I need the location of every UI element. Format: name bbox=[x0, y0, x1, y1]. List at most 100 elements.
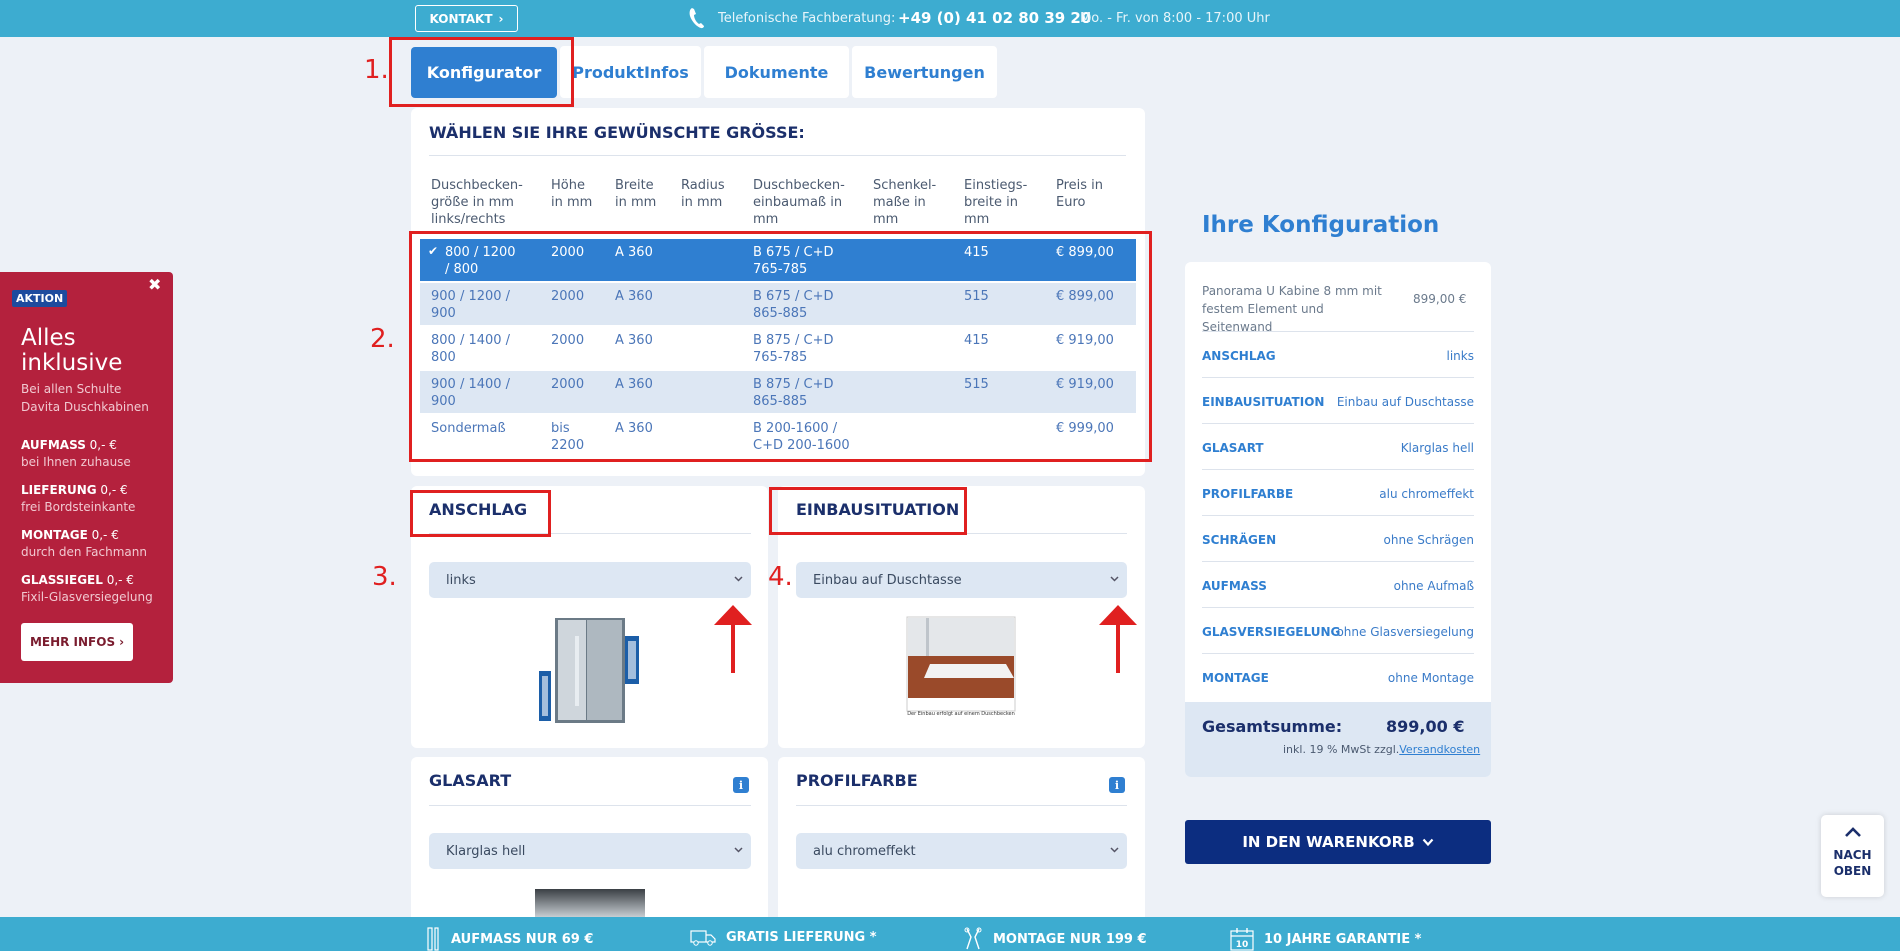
summary-row-value: Einbau auf Duschtasse bbox=[1336, 395, 1474, 409]
summary-row-label: AUFMASS bbox=[1202, 579, 1267, 593]
back-to-top-button[interactable]: NACH OBEN bbox=[1821, 815, 1884, 897]
bottom-bar-item[interactable]: 10 10 JAHRE GARANTIE * bbox=[1230, 927, 1421, 951]
chevron-right-icon: › bbox=[498, 11, 504, 26]
profilfarbe-title: PROFILFARBE bbox=[796, 771, 918, 790]
column-header-width: Breite in mm bbox=[615, 178, 657, 210]
anschlag-select[interactable]: links bbox=[429, 562, 751, 598]
annotation-box-tabs bbox=[389, 37, 574, 107]
einbausituation-image-caption: Der Einbau erfolgt auf einem Duschbecken bbox=[907, 711, 1015, 717]
phone-hours: Mo. - Fr. von 8:00 - 17:00 Uhr bbox=[1080, 11, 1270, 26]
column-header-einbau: Duschbecken- einbaumaß in mm bbox=[753, 178, 845, 227]
back-to-top-line: OBEN bbox=[1833, 864, 1872, 878]
aktion-headline: Alles inklusive bbox=[21, 326, 122, 376]
shipping-costs-link[interactable]: Versandkosten bbox=[1399, 743, 1480, 756]
column-header-size: Duschbecken- größe in mm links/rechts bbox=[431, 178, 523, 227]
summary-row-value: ohne Montage bbox=[1387, 671, 1474, 685]
aktion-item-label: MONTAGE bbox=[21, 528, 88, 542]
einbausituation-select-value: Einbau auf Duschtasse bbox=[813, 572, 962, 588]
summary-total-box bbox=[1185, 702, 1491, 777]
column-header-height: Höhe in mm bbox=[551, 178, 593, 210]
annotation-box-table bbox=[409, 231, 1152, 462]
phone-number[interactable]: +49 (0) 41 02 80 39 20 bbox=[898, 9, 1091, 27]
summary-row-value: alu chromeffekt bbox=[1379, 487, 1474, 501]
truck-icon bbox=[690, 930, 716, 946]
summary-row: GLASART Klarglas hell bbox=[1202, 423, 1474, 469]
aktion-subtitle: Bei allen Schulte bbox=[21, 382, 122, 396]
summary-row-value: ohne Glasversiegelung bbox=[1336, 625, 1474, 639]
close-icon[interactable]: ✖ bbox=[148, 275, 161, 294]
tab-dokumente[interactable]: Dokumente bbox=[704, 46, 849, 98]
aktion-item-desc: Fixil-Glasversiegelung bbox=[21, 590, 153, 604]
glasart-select-value: Klarglas hell bbox=[446, 843, 526, 859]
chevron-right-icon: › bbox=[119, 635, 125, 649]
summary-product-name: Panorama U Kabine 8 mm mit festem Elemen… bbox=[1202, 284, 1382, 334]
back-to-top-label: NACH OBEN bbox=[1821, 847, 1884, 879]
column-header-price: Preis in Euro bbox=[1056, 178, 1104, 210]
size-selection-title: WÄHLEN SIE IHRE GEWÜNSCHTE GRÖSSE: bbox=[429, 123, 805, 142]
aktion-item: AUFMASS 0,- € bbox=[21, 438, 117, 453]
tax-note-text: inkl. 19 % MwSt zzgl. bbox=[1283, 743, 1400, 756]
mehr-infos-button[interactable]: MEHR INFOS › bbox=[21, 623, 133, 661]
summary-row-value: links bbox=[1446, 349, 1474, 363]
einbausituation-select[interactable]: Einbau auf Duschtasse bbox=[796, 562, 1127, 598]
kontakt-button[interactable]: KONTAKT › bbox=[415, 5, 518, 32]
info-icon[interactable]: i bbox=[1109, 777, 1125, 793]
aktion-item: LIEFERUNG 0,- € bbox=[21, 483, 128, 498]
annotation-box-einbau bbox=[769, 487, 967, 535]
chevron-down-icon bbox=[1110, 576, 1119, 582]
aktion-headline-line: Alles bbox=[21, 325, 76, 351]
profilfarbe-select[interactable]: alu chromeffekt bbox=[796, 833, 1127, 869]
bottom-bar bbox=[0, 917, 1900, 951]
tab-produktinfos[interactable]: ProduktInfos bbox=[560, 46, 701, 98]
svg-text:10: 10 bbox=[1236, 940, 1249, 950]
annotation-number: 1. bbox=[364, 55, 389, 85]
summary-title: Ihre Konfiguration bbox=[1202, 212, 1440, 238]
aktion-item-price: 0,- € bbox=[102, 573, 134, 587]
aktion-item-desc: durch den Fachmann bbox=[21, 545, 147, 559]
divider bbox=[429, 155, 1126, 156]
phone-icon bbox=[689, 8, 704, 29]
divider bbox=[796, 805, 1127, 806]
aktion-badge: AKTION bbox=[12, 290, 68, 307]
add-to-cart-button[interactable]: IN DEN WARENKORB bbox=[1185, 820, 1491, 864]
summary-row: MONTAGE ohne Montage bbox=[1202, 653, 1474, 699]
bottom-bar-item[interactable]: GRATIS LIEFERUNG * bbox=[690, 927, 877, 947]
info-icon[interactable]: i bbox=[733, 777, 749, 793]
summary-row-label: PROFILFARBE bbox=[1202, 487, 1294, 501]
summary-row: AUFMASS ohne Aufmaß bbox=[1202, 561, 1474, 607]
annotation-number: 3. bbox=[372, 562, 397, 592]
aktion-item-label: LIEFERUNG bbox=[21, 483, 97, 497]
summary-row: EINBAUSITUATION Einbau auf Duschtasse bbox=[1202, 377, 1474, 423]
bottom-bar-label: GRATIS LIEFERUNG * bbox=[726, 929, 877, 945]
chevron-up-icon bbox=[1844, 827, 1861, 837]
summary-row-label: GLASART bbox=[1202, 441, 1264, 455]
profilfarbe-select-value: alu chromeffekt bbox=[813, 843, 916, 859]
tab-bewertungen[interactable]: Bewertungen bbox=[852, 46, 997, 98]
aktion-item-price: 0,- € bbox=[85, 438, 117, 452]
summary-row-label: GLASVERSIEGELUNG bbox=[1202, 625, 1341, 639]
bottom-bar-label: MONTAGE NUR 199 € bbox=[993, 931, 1147, 947]
aktion-item-label: GLASSIEGEL bbox=[21, 573, 103, 587]
bottom-bar-label: AUFMASS NUR 69 € bbox=[451, 931, 594, 947]
anschlag-image bbox=[539, 618, 639, 723]
column-header-einstieg: Einstiegs- breite in mm bbox=[964, 178, 1028, 227]
chevron-down-icon bbox=[734, 576, 743, 582]
summary-row-label: ANSCHLAG bbox=[1202, 349, 1276, 363]
bottom-bar-item[interactable]: AUFMASS NUR 69 € bbox=[425, 927, 593, 951]
summary-row: SCHRÄGEN ohne Schrägen bbox=[1202, 515, 1474, 561]
calendar-icon: 10 bbox=[1230, 928, 1254, 951]
bottom-bar-item[interactable]: MONTAGE NUR 199 € bbox=[963, 927, 1147, 951]
column-header-schenkel: Schenkel- maße in mm bbox=[873, 178, 937, 227]
back-to-top-line: NACH bbox=[1833, 848, 1872, 862]
tools-icon bbox=[964, 927, 982, 950]
divider bbox=[429, 805, 751, 806]
phone-label: Telefonische Fachberatung: bbox=[718, 11, 896, 26]
ruler-icon bbox=[427, 927, 439, 951]
aktion-item-desc: bei Ihnen zuhause bbox=[21, 455, 131, 469]
glasart-select[interactable]: Klarglas hell bbox=[429, 833, 751, 869]
annotation-number: 4. bbox=[768, 562, 793, 592]
annotation-number: 2. bbox=[370, 324, 395, 354]
add-to-cart-label: IN DEN WARENKORB bbox=[1242, 833, 1415, 851]
aktion-headline-line: inklusive bbox=[21, 350, 123, 376]
summary-row: PROFILFARBE alu chromeffekt bbox=[1202, 469, 1474, 515]
